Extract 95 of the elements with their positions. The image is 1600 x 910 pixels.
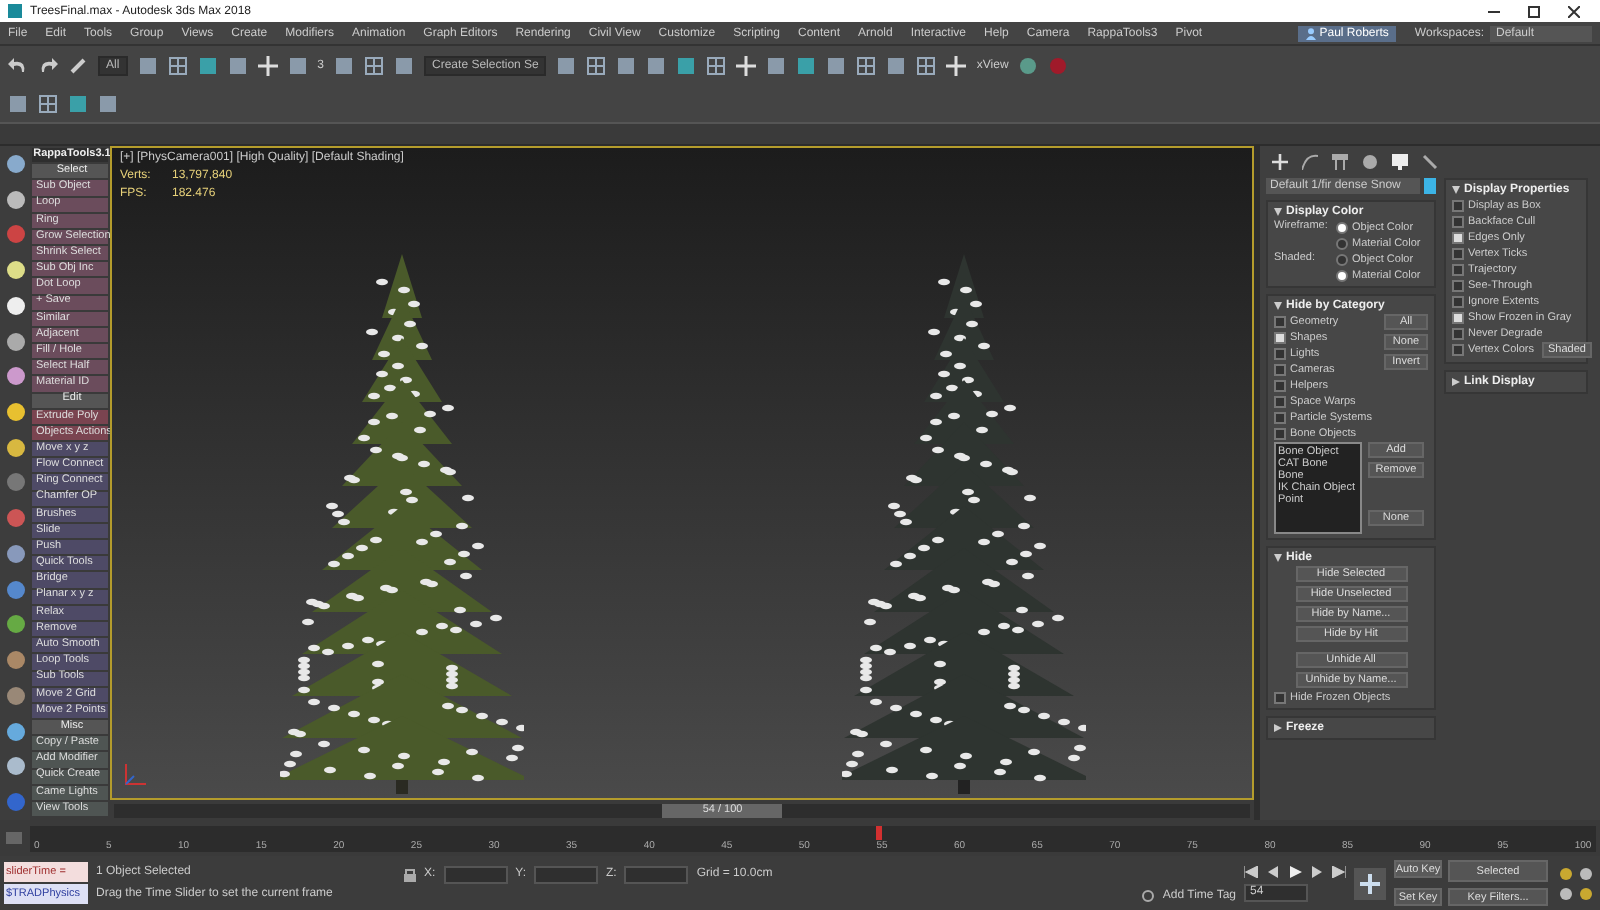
- box-icon[interactable]: [394, 55, 415, 75]
- sphere-icon[interactable]: [5, 295, 25, 316]
- go-to-end-icon[interactable]: [1332, 865, 1346, 877]
- expanded-triangle-icon[interactable]: [1274, 208, 1282, 216]
- plus-icon[interactable]: [1272, 154, 1288, 170]
- bigplus-icon[interactable]: [1354, 867, 1386, 899]
- sphere-icon[interactable]: [5, 402, 25, 422]
- sphere-icon[interactable]: [5, 437, 25, 458]
- box-icon[interactable]: [98, 93, 118, 113]
- grid-icon[interactable]: [856, 55, 877, 75]
- grid-icon[interactable]: [167, 55, 188, 75]
- checkbox[interactable]: [1452, 215, 1464, 227]
- sphere-icon[interactable]: [5, 331, 25, 352]
- box-icon[interactable]: [68, 93, 88, 113]
- box-icon[interactable]: [676, 55, 697, 75]
- box-icon[interactable]: [646, 55, 667, 75]
- sphere-icon[interactable]: [5, 614, 25, 635]
- curve-icon[interactable]: [1302, 154, 1318, 170]
- color-swatch[interactable]: [1424, 178, 1436, 194]
- sphere-icon[interactable]: [5, 189, 25, 210]
- checkbox[interactable]: [1452, 247, 1464, 259]
- checkbox[interactable]: [1452, 327, 1464, 339]
- box-icon[interactable]: [616, 55, 637, 75]
- checkbox[interactable]: [1274, 691, 1286, 703]
- minimize-icon[interactable]: [1488, 5, 1500, 17]
- box-icon[interactable]: [8, 93, 28, 113]
- sphere-icon[interactable]: [5, 756, 25, 777]
- box-icon[interactable]: [796, 55, 817, 75]
- box-icon[interactable]: [137, 55, 158, 75]
- collapsed-triangle-icon[interactable]: [1452, 378, 1460, 386]
- checkbox[interactable]: [1274, 331, 1286, 343]
- grid-icon[interactable]: [38, 93, 58, 113]
- next-frame-icon[interactable]: [1310, 865, 1324, 877]
- undo-icon[interactable]: [8, 55, 28, 75]
- coordinate-field[interactable]: [534, 865, 599, 883]
- collapsed-triangle-icon[interactable]: [1274, 724, 1282, 732]
- box-icon[interactable]: [334, 55, 355, 75]
- go-to-start-icon[interactable]: [1244, 865, 1258, 877]
- checkbox[interactable]: [1274, 379, 1286, 391]
- app-icon: [8, 4, 22, 18]
- checkbox[interactable]: [1274, 411, 1286, 423]
- clock-icon[interactable]: [1142, 889, 1155, 901]
- radio-button[interactable]: [1336, 221, 1348, 233]
- checkbox[interactable]: [1452, 231, 1464, 243]
- lock-icon[interactable]: [404, 867, 416, 881]
- sphere-icon[interactable]: [5, 366, 25, 387]
- checkbox[interactable]: [1274, 315, 1286, 327]
- box-icon[interactable]: [826, 55, 847, 75]
- grid-icon[interactable]: [706, 55, 727, 75]
- checkbox[interactable]: [1274, 427, 1286, 439]
- plus-icon[interactable]: [736, 55, 757, 75]
- expanded-triangle-icon[interactable]: [1274, 302, 1282, 310]
- grid-icon[interactable]: [916, 55, 937, 75]
- radio-button[interactable]: [1336, 237, 1348, 249]
- sphere-icon[interactable]: [5, 153, 25, 174]
- person-icon: [1305, 27, 1316, 39]
- sphere-icon[interactable]: [5, 543, 25, 564]
- expanded-triangle-icon[interactable]: [1274, 554, 1282, 562]
- navigation-icons-drawing[interactable]: [1556, 863, 1596, 903]
- checkbox[interactable]: [1452, 279, 1464, 291]
- circle-icon[interactable]: [1018, 55, 1039, 75]
- box-icon[interactable]: [886, 55, 907, 75]
- maximize-icon[interactable]: [1528, 5, 1540, 17]
- hierarchy-icon[interactable]: [1332, 154, 1348, 170]
- monitor-icon[interactable]: [1392, 154, 1408, 170]
- axis-tripod-icon: [124, 762, 148, 786]
- close-icon[interactable]: [1568, 5, 1580, 17]
- circle-icon[interactable]: [1362, 154, 1378, 170]
- box-icon[interactable]: [227, 55, 248, 75]
- previous-frame-icon[interactable]: [1266, 865, 1280, 877]
- sphere-icon[interactable]: [5, 260, 25, 281]
- grid-icon[interactable]: [586, 55, 607, 75]
- coordinate-field[interactable]: [443, 865, 508, 883]
- checkbox[interactable]: [1274, 363, 1286, 375]
- checkbox[interactable]: [1274, 395, 1286, 407]
- sphere-icon[interactable]: [5, 721, 25, 742]
- radio-button[interactable]: [1336, 269, 1348, 281]
- expanded-triangle-icon[interactable]: [1452, 186, 1460, 194]
- redo-icon[interactable]: [38, 55, 58, 75]
- checkbox[interactable]: [1452, 344, 1464, 356]
- checkbox[interactable]: [1452, 263, 1464, 275]
- radio-button[interactable]: [1336, 253, 1348, 265]
- plus-icon[interactable]: [946, 55, 967, 75]
- checkbox[interactable]: [1452, 199, 1464, 211]
- coordinate-field[interactable]: [624, 865, 689, 883]
- play-icon[interactable]: [1288, 865, 1302, 877]
- checkbox[interactable]: [1274, 347, 1286, 359]
- plus-icon[interactable]: [257, 55, 278, 75]
- checkbox[interactable]: [1452, 311, 1464, 323]
- grid-icon[interactable]: [364, 55, 385, 75]
- box-icon[interactable]: [287, 55, 308, 75]
- checkbox[interactable]: [1452, 295, 1464, 307]
- box-icon[interactable]: [197, 55, 218, 75]
- box-icon[interactable]: [766, 55, 787, 75]
- box-icon[interactable]: [556, 55, 577, 75]
